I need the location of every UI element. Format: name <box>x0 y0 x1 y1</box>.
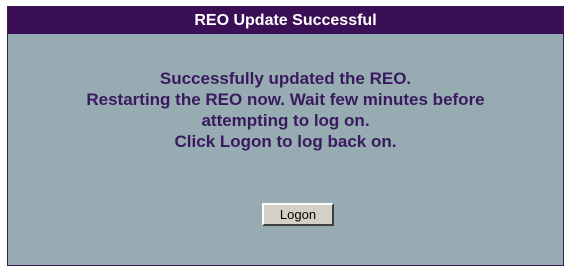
message-line-updated: Successfully updated the REO. <box>159 69 412 88</box>
message-line-restarting: Restarting the REO now. Wait few minutes… <box>86 90 485 109</box>
dialog-title: REO Update Successful <box>8 7 563 34</box>
message-line-click-logon: Click Logon to log back on. <box>174 132 397 151</box>
message-line-attempting: attempting to log on. <box>201 111 370 130</box>
message-block: Successfully updated the REO. Restarting… <box>8 68 563 152</box>
logon-button[interactable]: Logon <box>262 203 334 226</box>
update-success-panel: REO Update Successful Successfully updat… <box>7 6 564 266</box>
